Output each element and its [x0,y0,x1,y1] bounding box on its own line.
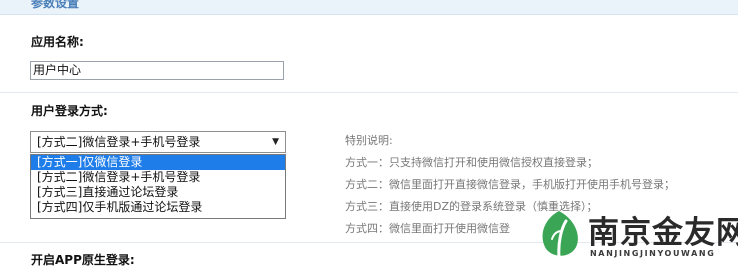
watermark-subtitle: NANJINGJINYOUWANG [590,249,716,258]
note-line: 方式一：只支持微信打开和使用微信授权直接登录； [345,156,598,169]
app-name-label: 应用名称: [31,35,84,49]
login-mode-select[interactable]: [方式二]微信登录+手机号登录 ▼ [30,131,286,153]
login-mode-option[interactable]: [方式二]微信登录+手机号登录 [31,170,285,185]
login-mode-option[interactable]: [方式三]直接通过论坛登录 [31,185,285,200]
login-mode-option[interactable]: [方式四]仅手机版通过论坛登录 [31,200,285,215]
settings-header-title: 参数设置 [31,0,80,10]
section-divider [0,92,738,93]
login-mode-dropdown-list: [方式一]仅微信登录 [方式二]微信登录+手机号登录 [方式三]直接通过论坛登录… [30,154,286,219]
login-mode-label: 用户登录方式: [31,104,108,118]
settings-header-bar: 参数设置 [0,0,738,15]
note-line: 方式二：微信里面打开直接微信登录，手机版打开使用手机号登录； [345,178,675,191]
login-mode-option[interactable]: [方式一]仅微信登录 [31,155,285,170]
login-mode-selected-value: [方式二]微信登录+手机号登录 [37,135,201,149]
native-login-label: 开启APP原生登录: [31,253,135,267]
site-watermark-logo: 南京金友网 NANJINGJINYOUWANG [528,205,738,267]
leaf-logo-icon [542,211,578,259]
dropdown-arrow-icon[interactable]: ▼ [272,132,279,152]
app-name-input[interactable]: 用户中心 [30,61,284,80]
notes-title: 特别说明: [345,134,393,147]
watermark-name: 南京金友网 [588,215,738,251]
